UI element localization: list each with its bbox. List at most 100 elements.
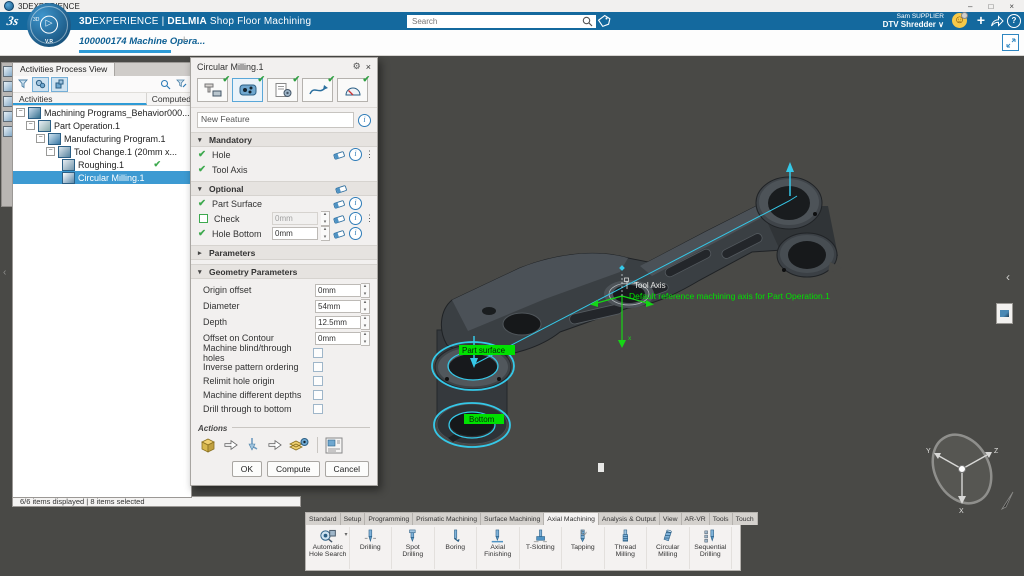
expander-icon[interactable]: − [46,147,55,156]
checkbox[interactable] [313,376,323,386]
info-icon[interactable]: i [349,148,362,161]
axial-finishing-button[interactable]: Axial Finishing [477,527,520,569]
info-icon[interactable]: i [349,212,362,225]
boring-button[interactable]: Boring [435,527,478,569]
tab-axial-machining[interactable]: Axial Machining [544,512,599,525]
spinner[interactable]: ▴▾ [321,211,330,226]
origin-offset-input[interactable]: 0mm [315,284,361,297]
tag-icon[interactable] [597,14,611,28]
column-activities[interactable]: Activities [13,93,147,105]
tab-programming[interactable]: Programming [365,512,413,525]
right-panel-chevron-icon[interactable]: ‹ [1006,270,1010,284]
more-options-icon[interactable]: ⋮ [365,213,370,224]
avatar[interactable]: ☺ [952,13,967,28]
add-button[interactable]: + [977,12,985,28]
part-surface-callout[interactable]: Part surface [459,345,515,355]
spot-drilling-button[interactable]: Spot Drilling [392,527,435,569]
tree-row[interactable]: − Manufacturing Program.1 [13,132,191,145]
tab-strategy[interactable]: ✔ [302,78,333,102]
eraser-icon[interactable] [333,214,346,224]
tapping-button[interactable]: Tapping [562,527,605,569]
bottom-callout[interactable]: Bottom [464,414,504,424]
info-icon[interactable]: i [349,227,362,240]
section-parameters[interactable]: ▸ Parameters [191,245,377,260]
search-input[interactable] [410,16,582,27]
info-icon[interactable]: i [358,114,371,127]
search-icon[interactable] [582,16,593,27]
tab-tools[interactable]: Tools [710,512,733,525]
compass-play-icon[interactable]: ▷ [40,16,58,34]
dialog-close-icon[interactable]: × [366,62,371,72]
minimize-button[interactable]: – [968,2,972,11]
tree-search-icon[interactable] [158,78,172,91]
tab-parameters[interactable]: ✔ [267,78,298,102]
help-button[interactable]: ? [1007,14,1021,28]
tab-analysis-output[interactable]: Analysis & Output [599,512,660,525]
sequential-drilling-button[interactable]: Sequential Drilling [690,527,733,569]
section-geometry-parameters[interactable]: ▾ Geometry Parameters [191,264,377,279]
user-info[interactable]: Sam SUPPLIER DTV Shredder ∨ [883,13,944,30]
collapse-chevron-icon[interactable]: ‹ [3,267,6,278]
resource-view-toggle[interactable] [51,77,68,92]
compute-button[interactable]: Compute [267,461,320,477]
filter-icon[interactable] [16,78,30,91]
drilling-button[interactable]: Drilling [350,527,393,569]
thread-milling-button[interactable]: Thread Milling [605,527,648,569]
tab-surface-machining[interactable]: Surface Machining [481,512,544,525]
cancel-button[interactable]: Cancel [325,461,369,477]
filter-edit-icon[interactable] [174,78,188,91]
checkbox[interactable] [313,362,323,372]
tree-row[interactable]: − Part Operation.1 [13,119,191,132]
eraser-icon[interactable] [333,199,346,209]
3dcompass[interactable]: 3D ▷ V.R [27,3,71,47]
dropdown-caret-icon[interactable]: ▾ [344,532,347,539]
tree-row[interactable]: − Tool Change.1 (20mm x... [13,145,191,158]
feature-name-input[interactable]: New Feature [197,112,354,128]
process-view-toggle[interactable] [32,77,49,92]
tab-setup[interactable]: Setup [341,512,366,525]
eraser-icon[interactable] [333,229,346,239]
expander-icon[interactable]: − [36,134,45,143]
tab-activities-process-view[interactable]: Activities Process View [13,63,115,76]
tree-row[interactable]: Roughing.1 ✔ [13,158,191,171]
tab-prismatic-machining[interactable]: Prismatic Machining [413,512,481,525]
tree-row-selected[interactable]: Circular Milling.1 [13,171,191,184]
depth-input[interactable]: 12.5mm [315,316,361,329]
eraser-icon[interactable] [335,184,348,194]
tab-touch[interactable]: Touch [733,512,758,525]
eraser-icon[interactable] [333,150,346,160]
hole-bottom-field[interactable]: 0mm [272,227,318,240]
maximize-button[interactable]: □ [988,2,993,11]
tool-path-icon[interactable] [244,437,262,453]
spinner[interactable]: ▴▾ [361,331,370,346]
check-checkbox[interactable] [199,214,208,223]
info-icon[interactable]: i [349,197,362,210]
tab-tool[interactable]: ✔ [197,78,228,102]
spinner[interactable]: ▴▾ [321,226,330,241]
expander-icon[interactable]: − [26,121,35,130]
tab-standard[interactable]: Standard [305,512,341,525]
close-button[interactable]: × [1009,2,1014,11]
checkbox[interactable] [313,390,323,400]
t-slotting-button[interactable]: T-Slotting [520,527,563,569]
search-box[interactable] [407,15,596,28]
tab-geometry[interactable]: ✔ [232,78,263,102]
tab-ar-vr[interactable]: AR-VR [682,512,710,525]
tab-view[interactable]: View [660,512,682,525]
more-options-icon[interactable]: ⋮ [365,149,370,160]
display-options-button[interactable] [996,303,1013,324]
check-offset-field[interactable]: 0mm [272,212,318,225]
tree-row[interactable]: − Machining Programs_Behavior000... [13,106,191,119]
stock-cube-icon[interactable] [198,436,218,454]
diameter-input[interactable]: 54mm [315,300,361,313]
checkbox[interactable] [313,404,323,414]
checkbox[interactable] [313,348,323,358]
simulation-dialog-icon[interactable] [325,437,343,454]
machined-part-icon[interactable] [288,436,310,454]
dialog-title-bar[interactable]: Circular Milling.1 ⚙ × [191,58,377,74]
circular-milling-button[interactable]: Circular Milling [647,527,690,569]
expander-icon[interactable]: − [16,108,25,117]
spinner[interactable]: ▴▾ [361,299,370,314]
fullscreen-toggle-button[interactable] [1002,34,1019,51]
share-icon[interactable] [990,14,1004,27]
